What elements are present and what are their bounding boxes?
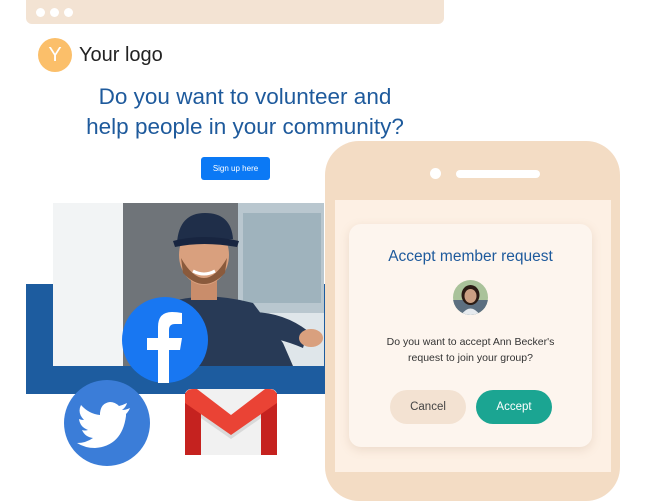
accept-button[interactable]: Accept	[476, 390, 552, 424]
hero-headline: Do you want to volunteer and help people…	[40, 82, 450, 142]
logo-text: Your logo	[79, 44, 163, 66]
hero-line-2: help people in your community?	[86, 114, 404, 139]
dialog-message: Do you want to accept Ann Becker's reque…	[359, 334, 582, 366]
facebook-icon[interactable]	[122, 297, 208, 383]
phone-camera	[430, 168, 441, 179]
logo-badge: Y	[38, 38, 72, 72]
browser-title-bar	[26, 0, 444, 24]
dialog-title: Accept member request	[388, 248, 553, 265]
dialog-message-line-1: Do you want to accept Ann Becker's	[386, 336, 555, 348]
accept-member-dialog: Accept member request Do you want to acc…	[349, 224, 592, 447]
window-dot	[50, 8, 59, 17]
window-dot	[36, 8, 45, 17]
sign-up-button[interactable]: Sign up here	[201, 157, 270, 180]
hero-line-1: Do you want to volunteer and	[98, 84, 392, 109]
twitter-icon[interactable]	[64, 380, 150, 466]
gmail-icon[interactable]	[183, 385, 279, 459]
avatar	[453, 280, 488, 315]
phone-speaker	[456, 170, 540, 178]
dialog-message-line-2: request to join your group?	[408, 352, 533, 364]
cancel-button[interactable]: Cancel	[390, 390, 466, 424]
window-dot	[64, 8, 73, 17]
